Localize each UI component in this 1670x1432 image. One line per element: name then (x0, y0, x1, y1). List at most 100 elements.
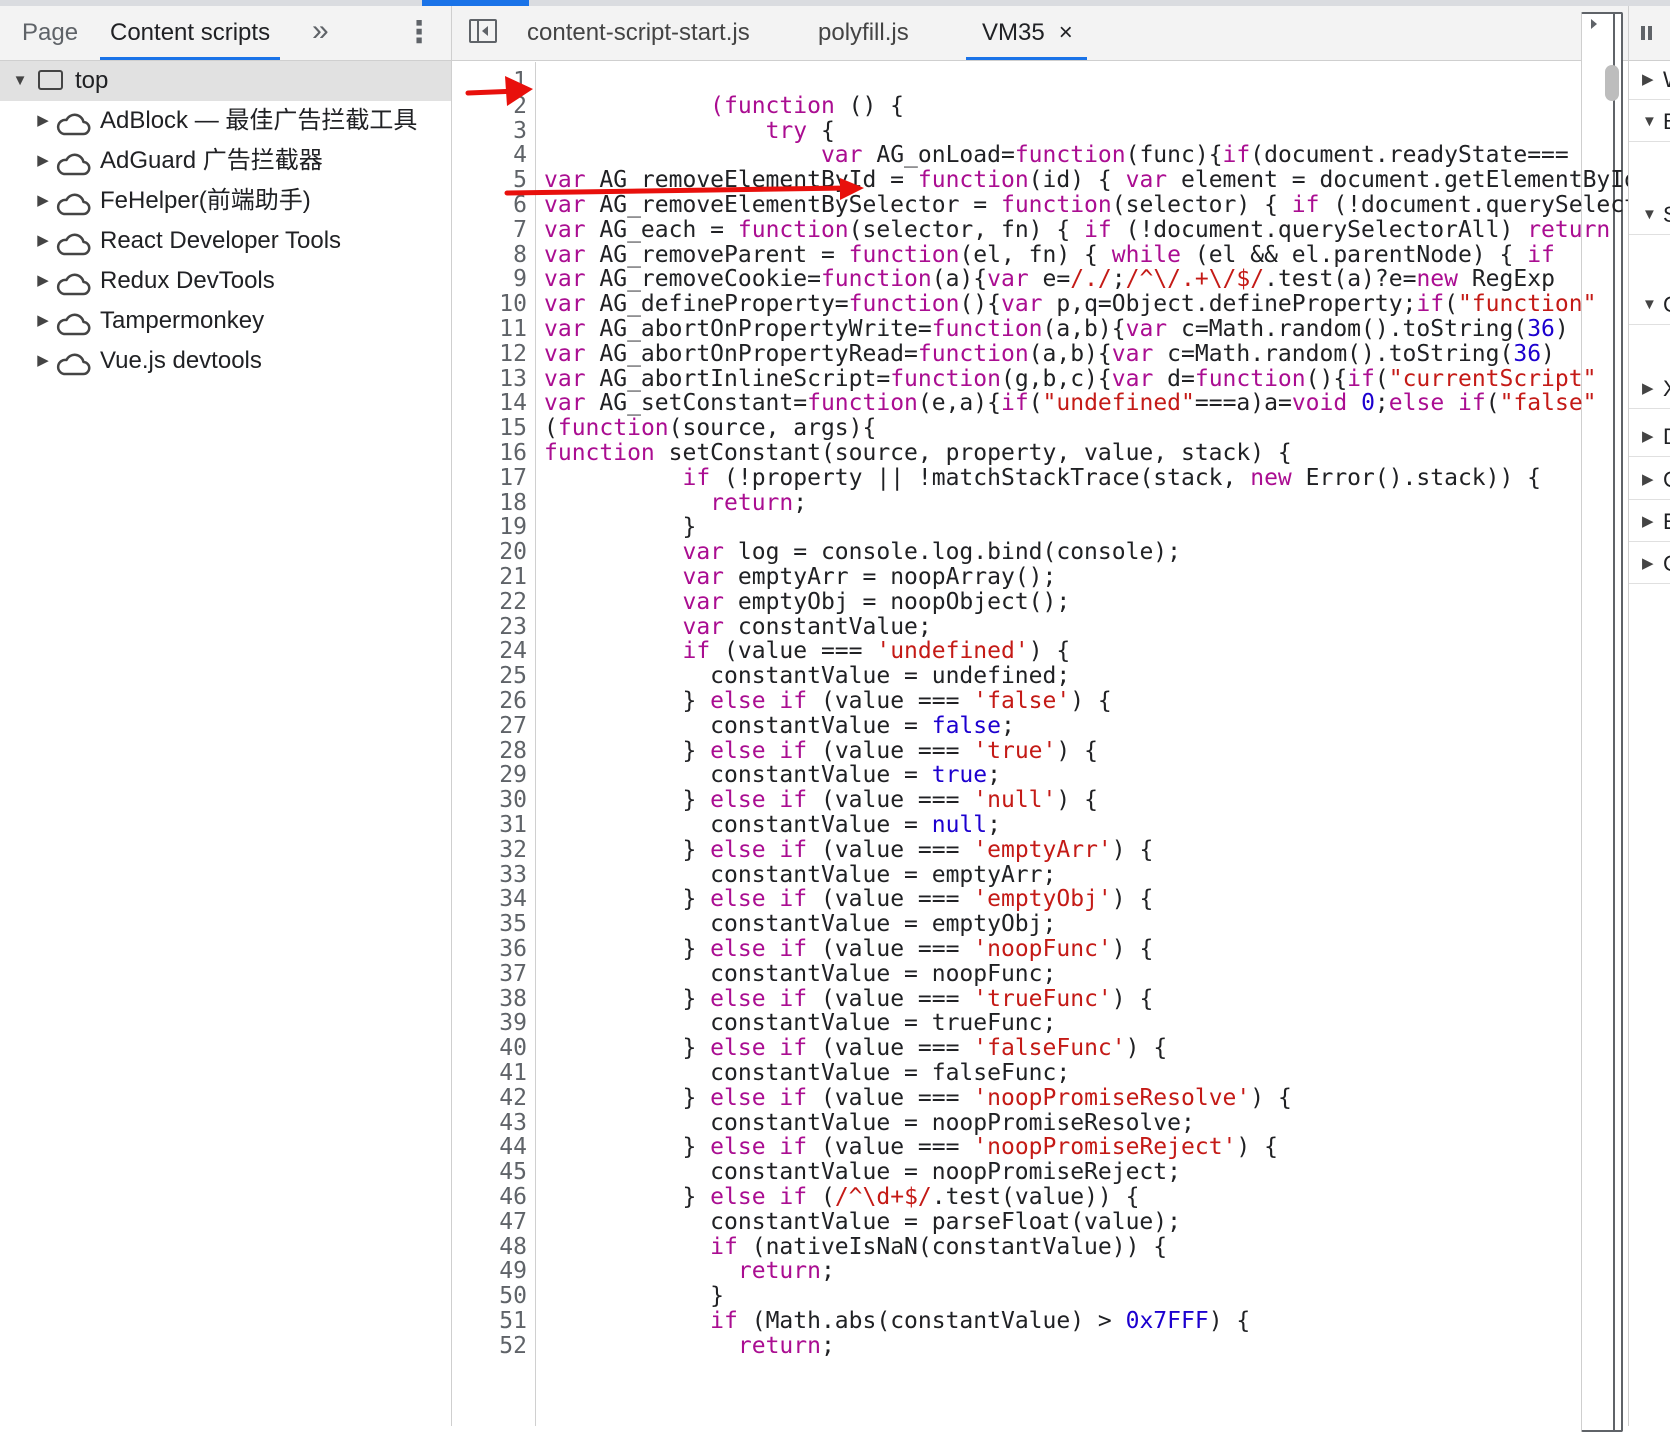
expand-arrow-icon[interactable]: ▼ (12, 61, 28, 101)
line-number[interactable]: 34 (452, 886, 527, 913)
line-number[interactable]: 19 (452, 514, 527, 541)
line-number[interactable]: 18 (452, 490, 527, 517)
expand-arrow-icon[interactable]: ▶ (35, 261, 51, 301)
line-number[interactable]: 12 (452, 341, 527, 368)
line-number[interactable]: 5 (452, 167, 527, 194)
tab-page[interactable]: Page (22, 6, 78, 60)
tree-item-extension[interactable]: ▶ FeHelper(前端助手) (0, 181, 451, 221)
tree-item-extension[interactable]: ▶ Tampermonkey (0, 301, 451, 341)
expand-arrow-icon[interactable]: ▶ (1642, 418, 1654, 456)
tree-item-extension[interactable]: ▶ Redux DevTools (0, 261, 451, 301)
line-number[interactable]: 1 (452, 68, 527, 95)
tab-content-script-start[interactable]: content-script-start.js (527, 6, 750, 60)
expand-arrow-icon[interactable]: ▶ (35, 341, 51, 381)
navigator-menu-icon[interactable]: ⋮ (404, 6, 434, 60)
line-number[interactable]: 45 (452, 1159, 527, 1186)
line-number[interactable]: 27 (452, 713, 527, 740)
line-number[interactable]: 8 (452, 242, 527, 269)
line-number[interactable]: 20 (452, 539, 527, 566)
line-number[interactable]: 31 (452, 812, 527, 839)
line-number[interactable]: 52 (452, 1333, 527, 1360)
expand-arrow-icon[interactable]: ▼ (1642, 196, 1657, 234)
line-number[interactable]: 24 (452, 638, 527, 665)
line-number[interactable]: 15 (452, 415, 527, 442)
line-number[interactable]: 32 (452, 837, 527, 864)
line-number[interactable]: 41 (452, 1060, 527, 1087)
code-view[interactable]: 12 (function () {3 try {4 var AG_onLoad=… (452, 62, 1628, 1426)
line-number[interactable]: 13 (452, 366, 527, 393)
expand-arrow-icon[interactable]: ▶ (35, 301, 51, 341)
debugger-section-header[interactable]: ▶C (1629, 545, 1670, 584)
line-number[interactable]: 7 (452, 217, 527, 244)
line-number[interactable]: 46 (452, 1184, 527, 1211)
line-number[interactable]: 37 (452, 961, 527, 988)
expand-arrow-icon[interactable]: ▶ (1642, 545, 1654, 583)
tree-item-extension[interactable]: ▶ AdGuard 广告拦截器 (0, 141, 451, 181)
line-number[interactable]: 35 (452, 911, 527, 938)
line-number[interactable]: 16 (452, 440, 527, 467)
line-number[interactable]: 49 (452, 1258, 527, 1285)
vertical-scrollbar[interactable] (1603, 62, 1621, 1426)
expand-arrow-icon[interactable]: ▶ (35, 101, 51, 141)
line-number[interactable]: 11 (452, 316, 527, 343)
debugger-section-header[interactable]: ▼B (1629, 103, 1670, 142)
expand-arrow-icon[interactable]: ▶ (35, 221, 51, 261)
line-number[interactable]: 38 (452, 986, 527, 1013)
tree-item-extension[interactable]: ▶ React Developer Tools (0, 221, 451, 261)
tree-item-top[interactable]: ▼ top (0, 61, 451, 101)
debugger-section-header[interactable]: ▶D (1629, 418, 1670, 457)
line-number[interactable]: 21 (452, 564, 527, 591)
expand-arrow-icon[interactable]: ▶ (1642, 61, 1654, 99)
tree-item-extension[interactable]: ▶ Vue.js devtools (0, 341, 451, 381)
line-number[interactable]: 10 (452, 291, 527, 318)
expand-arrow-icon[interactable]: ▶ (35, 181, 51, 221)
debugger-section-header[interactable]: ▶G (1629, 461, 1670, 500)
debugger-section-header[interactable]: ▼S (1629, 196, 1670, 235)
line-number[interactable]: 42 (452, 1085, 527, 1112)
debugger-section-header[interactable]: ▶X (1629, 370, 1670, 409)
line-number[interactable]: 43 (452, 1110, 527, 1137)
expand-arrow-icon[interactable]: ▶ (1642, 503, 1654, 541)
expand-arrow-icon[interactable]: ▼ (1642, 286, 1657, 324)
line-number[interactable]: 40 (452, 1035, 527, 1062)
debugger-section-header[interactable]: ▶E (1629, 503, 1670, 542)
line-number[interactable]: 39 (452, 1010, 527, 1037)
line-number[interactable]: 3 (452, 118, 527, 145)
line-number[interactable]: 30 (452, 787, 527, 814)
expand-arrow-icon[interactable]: ▶ (1642, 461, 1654, 499)
close-tab-icon[interactable]: × (1059, 19, 1073, 46)
expand-arrow-icon[interactable]: ▼ (1642, 103, 1657, 141)
line-number[interactable]: 50 (452, 1283, 527, 1310)
scrollbar-thumb[interactable] (1605, 65, 1619, 101)
line-number[interactable]: 6 (452, 192, 527, 219)
line-number[interactable]: 51 (452, 1308, 527, 1335)
line-number[interactable]: 4 (452, 142, 527, 169)
line-number[interactable]: 47 (452, 1209, 527, 1236)
line-number[interactable]: 36 (452, 936, 527, 963)
expand-arrow-icon[interactable]: ▶ (35, 141, 51, 181)
line-number[interactable]: 2 (452, 93, 527, 120)
line-number[interactable]: 14 (452, 390, 527, 417)
line-number[interactable]: 26 (452, 688, 527, 715)
line-number[interactable]: 23 (452, 614, 527, 641)
expand-arrow-icon[interactable]: ▶ (1642, 370, 1654, 408)
line-number[interactable]: 9 (452, 266, 527, 293)
tree-item-extension[interactable]: ▶ AdBlock — 最佳广告拦截工具 (0, 101, 451, 141)
line-source: } (544, 1283, 725, 1310)
toggle-navigator-icon[interactable] (469, 19, 497, 43)
tab-polyfill[interactable]: polyfill.js (818, 6, 909, 60)
line-number[interactable]: 44 (452, 1134, 527, 1161)
tab-vm35[interactable]: VM35 × (966, 6, 1087, 60)
debugger-section-header[interactable]: ▶W (1629, 61, 1670, 100)
line-number[interactable]: 28 (452, 738, 527, 765)
pause-icon[interactable] (1641, 26, 1645, 40)
tab-content-scripts[interactable]: Content scripts (100, 6, 281, 60)
more-tabs-chevron-icon[interactable]: » (312, 6, 329, 60)
line-number[interactable]: 17 (452, 465, 527, 492)
debugger-section-header[interactable]: ▼C (1629, 286, 1670, 325)
line-number[interactable]: 22 (452, 589, 527, 616)
line-number[interactable]: 48 (452, 1234, 527, 1261)
line-number[interactable]: 25 (452, 663, 527, 690)
line-number[interactable]: 33 (452, 862, 527, 889)
line-number[interactable]: 29 (452, 762, 527, 789)
